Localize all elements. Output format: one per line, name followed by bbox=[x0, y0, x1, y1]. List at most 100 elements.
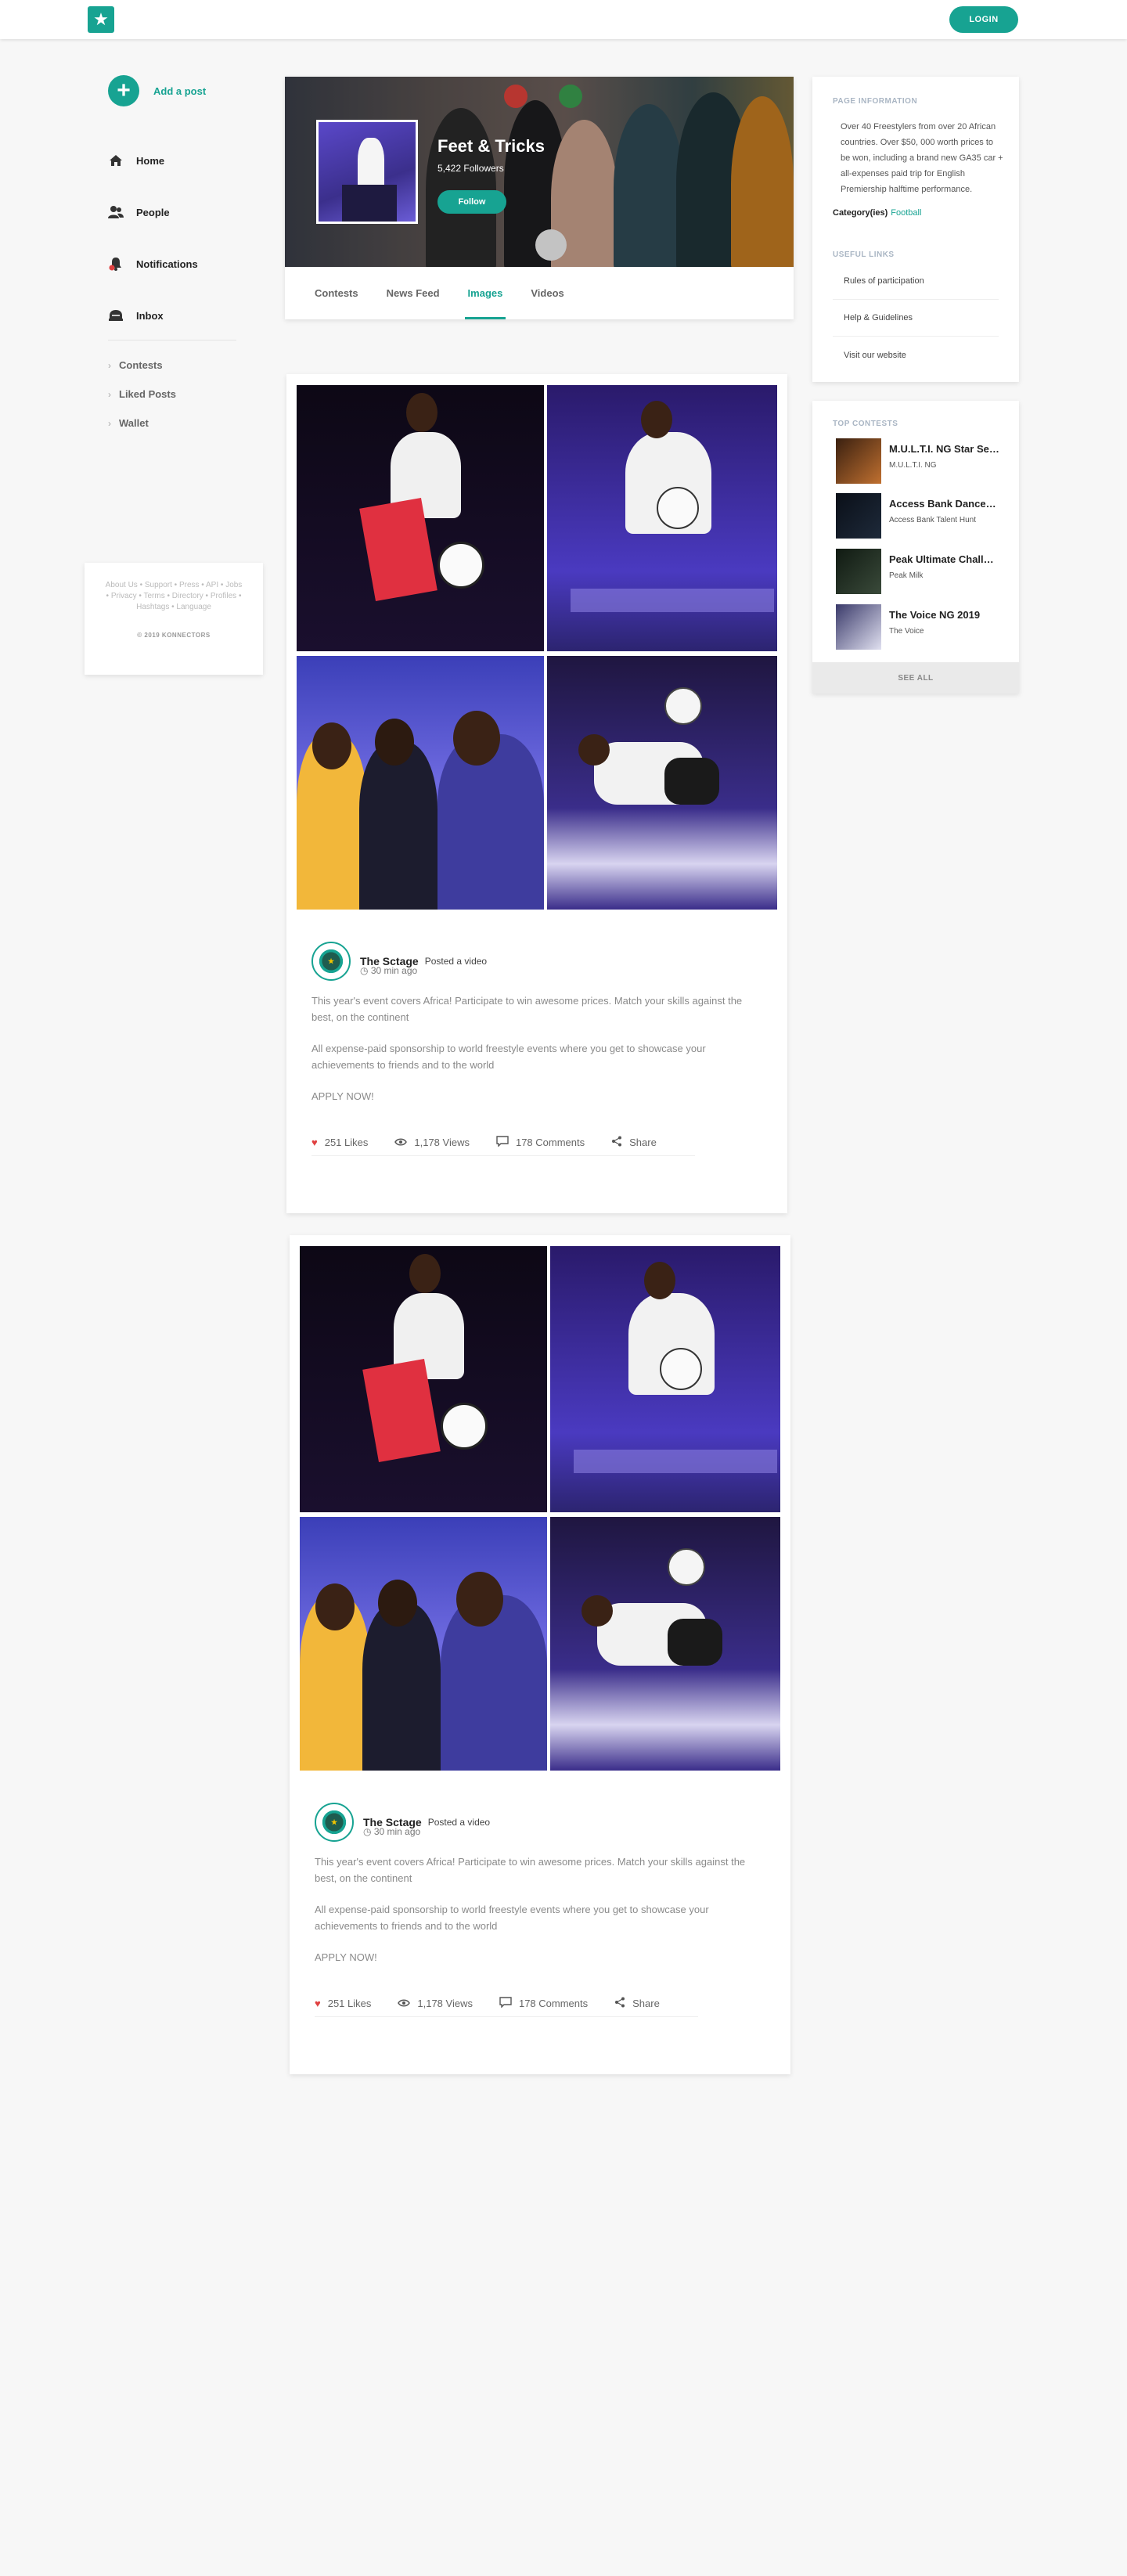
post-image[interactable] bbox=[300, 1246, 547, 1512]
post-image[interactable] bbox=[550, 1246, 780, 1512]
sidebar-link-liked-posts[interactable]: › Liked Posts bbox=[108, 380, 241, 409]
tab-news-feed[interactable]: News Feed bbox=[373, 267, 454, 319]
likes-count: 251 Likes bbox=[324, 1137, 369, 1148]
like-button[interactable]: ♥ 251 Likes bbox=[311, 1137, 368, 1148]
sidebar-item-notifications[interactable]: Notifications bbox=[108, 238, 241, 290]
tab-contests[interactable]: Contests bbox=[301, 267, 373, 319]
image-grid bbox=[297, 385, 777, 910]
contest-item[interactable]: Peak Ultimate Chall… Peak Milk bbox=[836, 549, 1008, 594]
post-image[interactable] bbox=[297, 656, 544, 910]
sidebar-link-contests[interactable]: › Contests bbox=[108, 351, 241, 380]
post-time-text: 30 min ago bbox=[373, 1826, 421, 1837]
useful-links: Rules of participation Help & Guidelines… bbox=[833, 263, 999, 373]
top-contests-title: TOP CONTESTS bbox=[833, 420, 898, 428]
post-action: Posted a video bbox=[427, 1817, 491, 1828]
comments-button[interactable]: 178 Comments bbox=[499, 1997, 588, 2010]
post-image[interactable] bbox=[547, 656, 777, 910]
image-grid bbox=[300, 1246, 780, 1771]
post-paragraph: This year's event covers Africa! Partici… bbox=[315, 1856, 746, 1884]
share-button[interactable]: Share bbox=[611, 1136, 657, 1149]
share-button[interactable]: Share bbox=[614, 1997, 660, 2010]
category-label: Category(ies) bbox=[833, 208, 888, 218]
comments-button[interactable]: 178 Comments bbox=[496, 1136, 585, 1149]
heart-icon: ♥ bbox=[311, 1137, 318, 1148]
tab-images[interactable]: Images bbox=[454, 267, 517, 319]
post-time-text: 30 min ago bbox=[370, 965, 418, 976]
contest-title: The Voice NG 2019 bbox=[889, 609, 981, 621]
followers-count: 5,422 Followers bbox=[437, 163, 504, 174]
people-icon bbox=[108, 204, 124, 220]
useful-link[interactable]: Help & Guidelines bbox=[833, 300, 999, 337]
contest-title: Peak Ultimate Chall… bbox=[889, 553, 994, 565]
sidebar-link-wallet[interactable]: › Wallet bbox=[108, 409, 241, 438]
post-body: This year's event covers Africa! Partici… bbox=[315, 1854, 753, 1980]
category-value[interactable]: Football bbox=[891, 208, 921, 218]
post-image[interactable] bbox=[550, 1517, 780, 1771]
contest-sub: Peak Milk bbox=[889, 571, 924, 580]
sidebar-item-home[interactable]: Home bbox=[108, 135, 241, 186]
post-action: Posted a video bbox=[424, 956, 488, 967]
comment-icon bbox=[496, 1136, 509, 1149]
sidebar-link-label: Liked Posts bbox=[119, 388, 176, 400]
contest-thumbnail bbox=[836, 604, 881, 650]
views-count: 1,178 Views bbox=[398, 1998, 473, 2009]
useful-link[interactable]: Rules of participation bbox=[833, 263, 999, 300]
category: Category(ies) Football bbox=[833, 208, 921, 218]
contest-title: Access Bank Dance… bbox=[889, 498, 996, 510]
sidebar-item-people[interactable]: People bbox=[108, 186, 241, 238]
post-image[interactable] bbox=[297, 385, 544, 651]
eye-icon bbox=[398, 1998, 411, 2009]
follow-button[interactable]: Follow bbox=[437, 190, 506, 214]
page-info-title: PAGE INFORMATION bbox=[833, 97, 918, 106]
sidebar-nav: Home People Notifications Inbox bbox=[108, 135, 241, 341]
post-body: This year's event covers Africa! Partici… bbox=[311, 993, 750, 1119]
post-image[interactable] bbox=[300, 1517, 547, 1771]
sidebar-item-inbox[interactable]: Inbox bbox=[108, 290, 241, 341]
page-tabs: Contests News Feed Images Videos bbox=[285, 267, 794, 319]
useful-link[interactable]: Visit our website bbox=[833, 337, 999, 373]
inbox-icon bbox=[108, 308, 124, 323]
post-time: ◷ 30 min ago bbox=[363, 1826, 420, 1837]
avatar[interactable]: ★ bbox=[315, 1803, 354, 1842]
sidebar-item-label: People bbox=[136, 206, 170, 218]
post-paragraph: APPLY NOW! bbox=[311, 1090, 374, 1102]
sidebar-item-label: Notifications bbox=[136, 258, 198, 270]
post-actions: ♥ 251 Likes 1,178 Views 178 Comments Shar… bbox=[311, 1129, 695, 1156]
page-description: Over 40 Freestylers from over 20 African… bbox=[841, 122, 1003, 194]
login-button[interactable]: LOGIN bbox=[949, 6, 1018, 33]
avatar[interactable]: ★ bbox=[311, 942, 351, 981]
footer-links[interactable]: About Us • Support • Press • API • Jobs … bbox=[103, 580, 244, 613]
bell-icon bbox=[108, 256, 124, 272]
see-all-button[interactable]: SEE ALL bbox=[812, 662, 1019, 694]
share-icon bbox=[611, 1136, 622, 1149]
useful-links-title: USEFUL LINKS bbox=[833, 250, 895, 259]
eye-icon bbox=[394, 1137, 408, 1148]
contest-item[interactable]: The Voice NG 2019 The Voice bbox=[836, 604, 1008, 650]
contest-item[interactable]: Access Bank Dance… Access Bank Talent Hun… bbox=[836, 493, 1008, 539]
comments-text: 178 Comments bbox=[518, 1998, 589, 2009]
page-info-card: PAGE INFORMATION Over 40 Freestylers fro… bbox=[812, 77, 1019, 382]
chevron-right-icon: › bbox=[108, 417, 111, 429]
post-card: ★ The Sctage Posted a video ◷ 30 min ago… bbox=[290, 1235, 790, 2074]
sidebar-item-label: Home bbox=[136, 154, 165, 167]
home-icon bbox=[108, 153, 124, 168]
heart-icon: ♥ bbox=[315, 1998, 321, 2009]
contest-thumbnail bbox=[836, 493, 881, 539]
top-bar: ★ LOGIN bbox=[0, 0, 1127, 39]
like-button[interactable]: ♥ 251 Likes bbox=[315, 1998, 371, 2009]
plus-icon: + bbox=[108, 75, 139, 106]
contest-sub: The Voice bbox=[889, 627, 924, 636]
contest-item[interactable]: M.U.L.T.I. NG Star Se… M.U.L.T.I. NG bbox=[836, 438, 1008, 484]
share-text: Share bbox=[632, 1998, 660, 2009]
contest-thumbnail bbox=[836, 549, 881, 594]
page-title: Feet & Tricks bbox=[437, 136, 545, 156]
tab-videos[interactable]: Videos bbox=[517, 267, 578, 319]
post-paragraph: This year's event covers Africa! Partici… bbox=[311, 995, 743, 1023]
page-header-card: Feet & Tricks 5,422 Followers Follow Con… bbox=[285, 77, 794, 319]
star-logo-icon[interactable]: ★ bbox=[88, 6, 114, 33]
add-post-button[interactable]: + Add a post bbox=[108, 75, 206, 106]
top-contests-card: TOP CONTESTS M.U.L.T.I. NG Star Se… M.U.L… bbox=[812, 401, 1019, 694]
contest-thumbnail bbox=[836, 438, 881, 484]
share-text: Share bbox=[629, 1137, 657, 1148]
post-image[interactable] bbox=[547, 385, 777, 651]
